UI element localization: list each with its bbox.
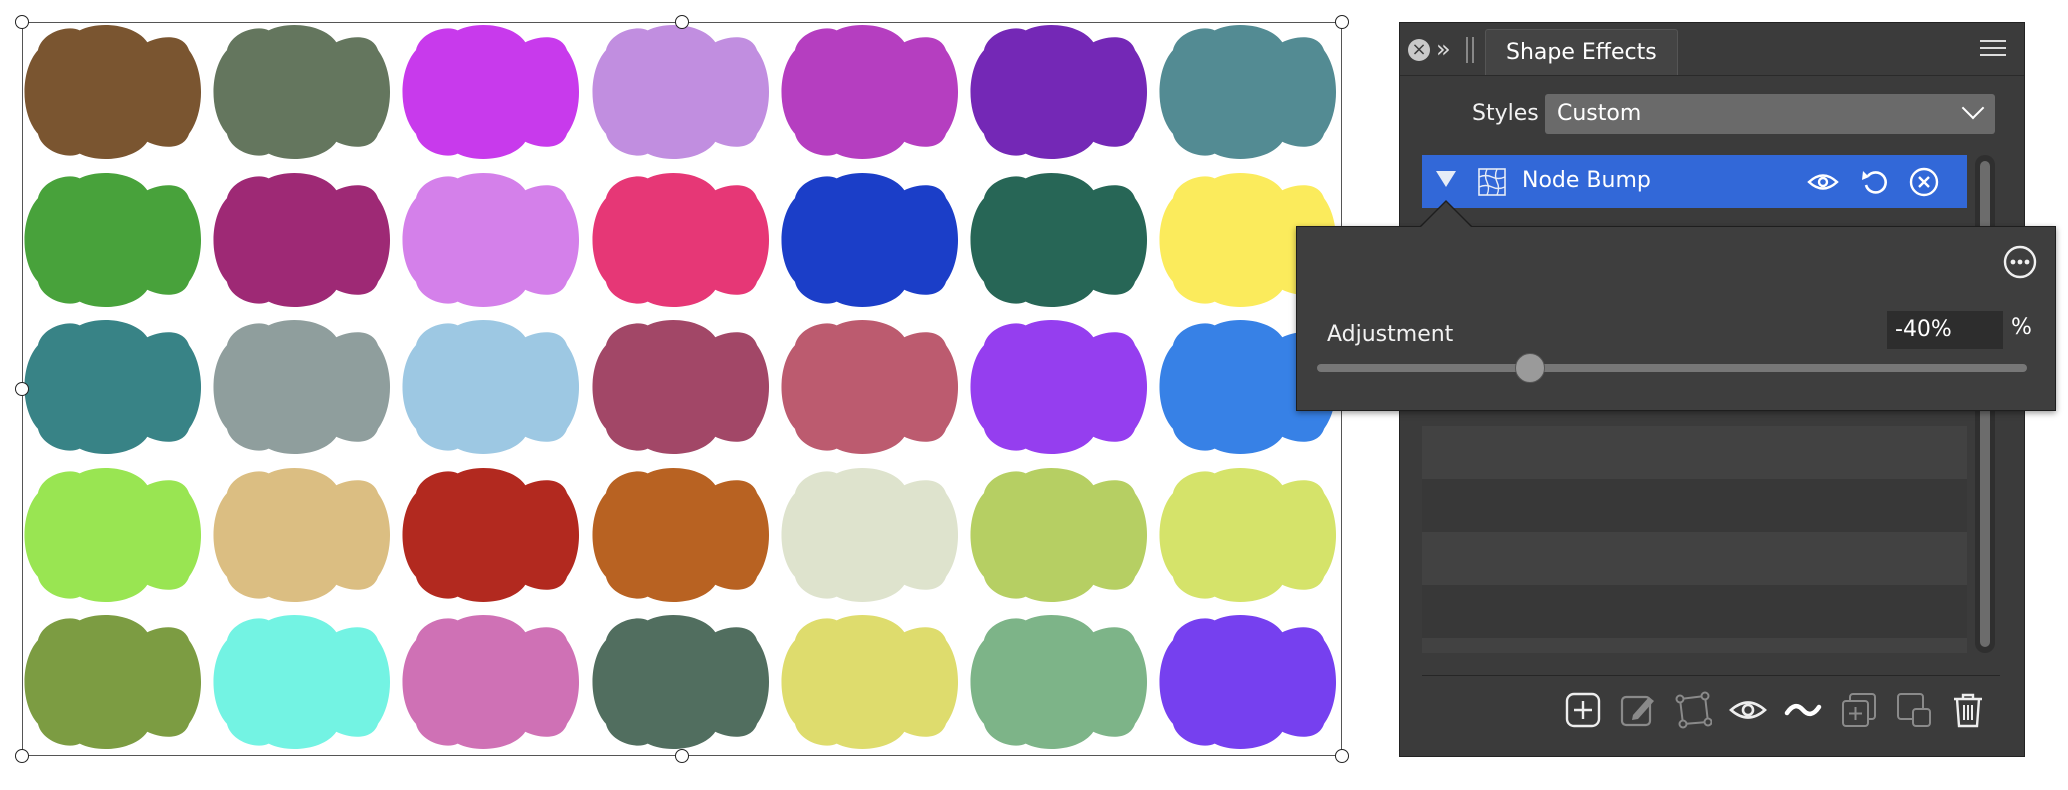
adjustment-unit: % (2011, 315, 2032, 340)
popover-arrow-fill (1420, 202, 1472, 228)
remove-effect-icon[interactable] (1908, 166, 1940, 198)
hamburger-menu-icon[interactable] (1980, 40, 2006, 60)
bump-shape[interactable] (209, 317, 394, 457)
bump-shape[interactable] (1155, 465, 1340, 605)
more-options-icon[interactable] (2003, 245, 2037, 279)
bump-shape[interactable] (209, 170, 394, 310)
bump-shape[interactable] (966, 317, 1151, 457)
bump-shape[interactable] (398, 170, 583, 310)
styles-label: Styles (1472, 101, 1539, 126)
bump-shape[interactable] (777, 465, 962, 605)
selection-handle[interactable] (1335, 15, 1349, 29)
bump-shape[interactable] (588, 22, 773, 162)
visibility-icon[interactable] (1729, 691, 1767, 729)
adjustment-value-field[interactable]: -40% (1887, 311, 2003, 349)
adjustment-slider[interactable] (1317, 364, 2027, 372)
effect-label: Node Bump (1522, 168, 1651, 193)
bump-shape[interactable] (398, 612, 583, 752)
eye-icon[interactable] (1807, 167, 1839, 197)
node-edit-icon (1675, 691, 1712, 729)
bump-shape[interactable] (588, 465, 773, 605)
collapse-icon[interactable]: » (1436, 35, 1451, 63)
bump-shape[interactable] (966, 465, 1151, 605)
bump-shape[interactable] (209, 22, 394, 162)
styles-select-value: Custom (1557, 101, 1642, 126)
adjustment-slider-thumb[interactable] (1515, 353, 1545, 383)
trash-icon[interactable] (1949, 691, 1987, 729)
canvas[interactable] (0, 0, 1380, 790)
wave-icon[interactable] (1784, 691, 1822, 729)
bump-shape[interactable] (20, 170, 205, 310)
bump-shape[interactable] (398, 317, 583, 457)
disclosure-triangle-icon[interactable] (1436, 171, 1456, 187)
chevron-down-icon (1961, 96, 1985, 120)
bump-shape[interactable] (588, 317, 773, 457)
bump-shape[interactable] (777, 22, 962, 162)
bump-shape[interactable] (209, 465, 394, 605)
bump-shape[interactable] (777, 317, 962, 457)
selection-handle[interactable] (15, 15, 29, 29)
reset-icon[interactable] (1860, 167, 1890, 197)
grip-icon[interactable] (1466, 37, 1474, 63)
bump-shape[interactable] (777, 170, 962, 310)
node-bump-icon (1478, 168, 1506, 196)
styles-select[interactable]: Custom (1545, 94, 1995, 134)
adjustment-label: Adjustment (1327, 322, 1454, 347)
bump-shape[interactable] (20, 317, 205, 457)
bump-shape[interactable] (588, 170, 773, 310)
selection-handle[interactable] (1335, 749, 1349, 763)
selection-handle[interactable] (15, 749, 29, 763)
empty-list-row (1422, 585, 1967, 638)
effect-row-node-bump[interactable]: Node Bump (1422, 155, 1967, 208)
node-bump-settings-popover: Adjustment -40% % (1296, 226, 2056, 411)
selection-handle[interactable] (675, 749, 689, 763)
bump-shape[interactable] (398, 465, 583, 605)
empty-list-row (1422, 532, 1967, 585)
divider (1422, 675, 2000, 676)
selection-handle[interactable] (675, 15, 689, 29)
duplicate-icon (1842, 693, 1876, 727)
divider (1400, 75, 2024, 76)
add-icon[interactable] (1564, 691, 1602, 729)
bump-shape[interactable] (966, 22, 1151, 162)
bump-shape[interactable] (209, 612, 394, 752)
close-icon[interactable]: × (1408, 39, 1430, 61)
bump-shape[interactable] (1155, 612, 1340, 752)
bump-shape[interactable] (20, 612, 205, 752)
bump-shape[interactable] (966, 170, 1151, 310)
bump-shape[interactable] (20, 22, 205, 162)
edit-icon (1620, 695, 1654, 727)
bump-shape[interactable] (1155, 22, 1340, 162)
selection-handle[interactable] (15, 382, 29, 396)
empty-list-row (1422, 426, 1967, 479)
bump-shape[interactable] (20, 465, 205, 605)
bump-shape[interactable] (588, 612, 773, 752)
panel-header: × » Shape Effects (1400, 23, 2024, 76)
tab-shape-effects[interactable]: Shape Effects (1485, 29, 1678, 76)
empty-list-row (1422, 479, 1967, 532)
bump-shape[interactable] (966, 612, 1151, 752)
copy-to-new-icon (1897, 693, 1931, 727)
empty-list-row (1422, 638, 1967, 653)
bump-shape[interactable] (398, 22, 583, 162)
bump-shape[interactable] (777, 612, 962, 752)
